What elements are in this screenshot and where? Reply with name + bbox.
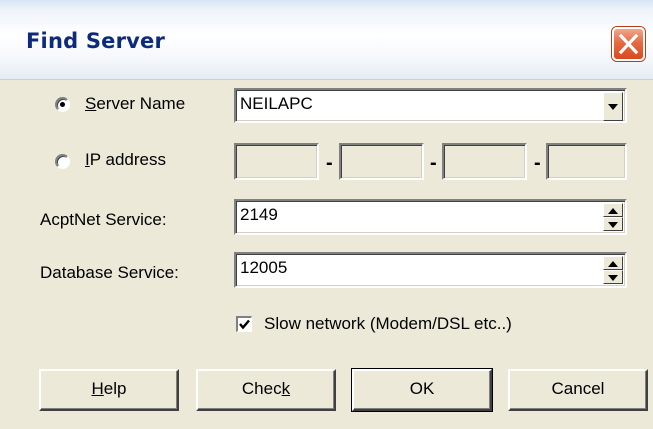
server-name-dropdown-button[interactable] — [603, 92, 623, 121]
chevron-down-icon — [608, 104, 618, 110]
server-name-value: NEILAPC — [240, 94, 313, 113]
server-name-combobox[interactable]: NEILAPC — [234, 88, 627, 123]
acptnet-spin-up[interactable] — [603, 203, 623, 217]
acptnet-service-label: AcptNet Service: — [40, 210, 167, 229]
database-service-label: Database Service: — [40, 263, 179, 282]
ip-address-radio[interactable] — [55, 154, 70, 169]
triangle-down-icon — [608, 222, 618, 228]
close-button[interactable] — [612, 27, 645, 61]
ip-separator: - — [430, 152, 437, 174]
database-spin-down[interactable] — [603, 270, 623, 284]
ip-octet-3[interactable] — [442, 143, 527, 180]
close-icon — [618, 33, 639, 55]
triangle-up-icon — [608, 208, 618, 214]
radio-selected-dot — [60, 102, 65, 107]
server-name-radio[interactable] — [55, 97, 70, 112]
database-service-spinner[interactable]: 12005 — [234, 252, 627, 288]
acptnet-spin-down[interactable] — [603, 217, 623, 231]
cancel-button[interactable]: Cancel — [508, 369, 648, 411]
slow-network-label[interactable]: Slow network (Modem/DSL etc..) — [264, 314, 512, 334]
ip-octet-1[interactable] — [234, 143, 319, 180]
database-spin-up[interactable] — [603, 256, 623, 270]
ip-separator: - — [534, 152, 541, 174]
title-bar[interactable]: Find Server — [0, 0, 653, 80]
window-title: Find Server — [26, 29, 166, 53]
ip-octet-2[interactable] — [339, 143, 424, 180]
help-button[interactable]: Help — [39, 369, 179, 411]
slow-network-checkbox[interactable] — [236, 316, 252, 332]
ok-button[interactable]: OK — [351, 368, 493, 412]
checkmark-icon — [239, 319, 250, 330]
triangle-down-icon — [608, 275, 618, 281]
check-button[interactable]: Check — [196, 369, 336, 411]
ip-octet-4[interactable] — [546, 143, 627, 180]
triangle-up-icon — [608, 261, 618, 267]
database-service-value: 12005 — [240, 258, 288, 277]
acptnet-service-spinner[interactable]: 2149 — [234, 199, 627, 235]
acptnet-service-value: 2149 — [240, 205, 278, 224]
ip-separator: - — [326, 152, 333, 174]
ip-address-label: IP address — [85, 150, 166, 169]
server-name-label: Server Name — [85, 94, 186, 113]
